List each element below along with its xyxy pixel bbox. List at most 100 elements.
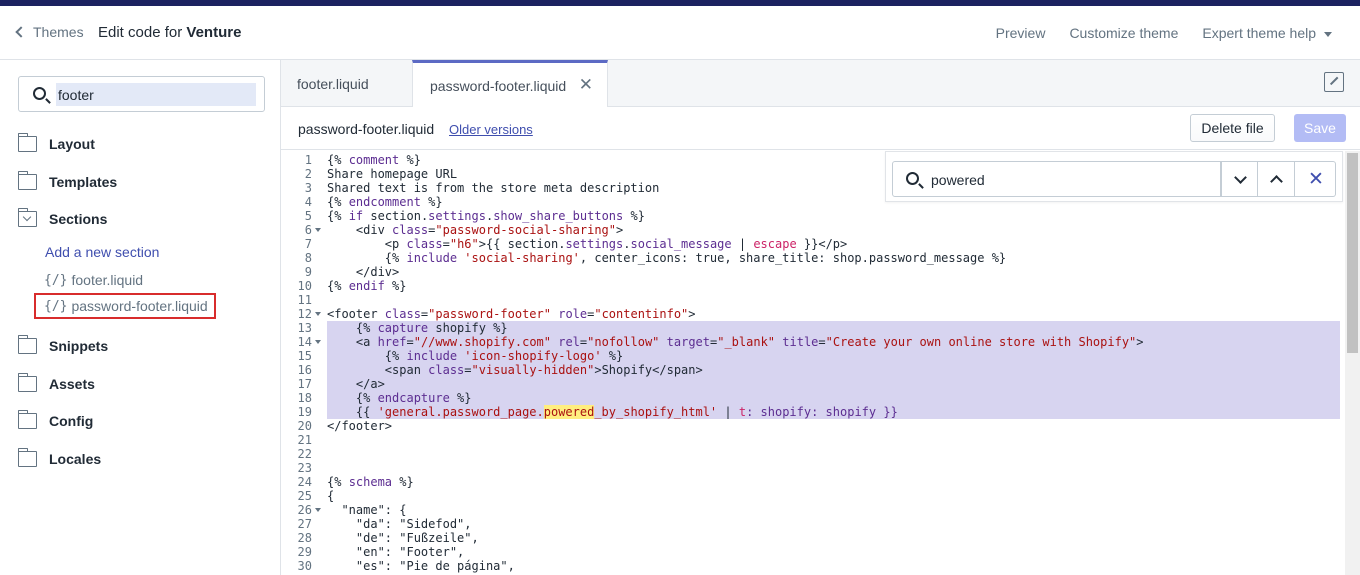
line-number: 17 (297, 377, 312, 391)
tab-footer-liquid[interactable]: footer.liquid (281, 60, 411, 107)
code-token: }}</p> (796, 237, 848, 251)
code-token: %} (449, 391, 472, 405)
code-line: "da": "Sidefod", (327, 517, 1340, 531)
line-number: 4 (304, 195, 312, 209)
close-tab-icon[interactable]: ✕ (579, 75, 593, 95)
current-file-name: password-footer.liquid (298, 121, 435, 137)
delete-file-button[interactable]: Delete file (1190, 114, 1275, 142)
preview-link[interactable]: Preview (996, 25, 1046, 41)
code-token: rel (558, 335, 580, 349)
code-token: >{{ section. (478, 237, 566, 251)
editor-scrollbar[interactable] (1345, 151, 1360, 575)
editor-tab-bar: footer.liquid password-footer.liquid ✕ (281, 60, 1360, 108)
line-number: 11 (297, 293, 312, 307)
code-line: "en": "Footer", (327, 545, 1340, 559)
folder-assets[interactable]: Assets (17, 373, 95, 392)
folder-icon (17, 133, 37, 152)
code-token: > (616, 223, 624, 237)
code-token: = (406, 335, 414, 349)
code-token: "es": "Pie de página", (327, 559, 515, 573)
title-prefix: Edit code for (98, 24, 187, 41)
code-token: href (377, 335, 407, 349)
code-area[interactable]: {% comment %} Share homepage URL Shared te… (327, 153, 1340, 573)
folder-icon (17, 410, 37, 429)
code-token: class (428, 363, 465, 377)
code-token: | (717, 405, 739, 419)
code-token: "visually-hidden" (471, 363, 595, 377)
folder-snippets[interactable]: Snippets (17, 335, 108, 354)
folder-label: Sections (49, 211, 108, 227)
line-number: 2 (304, 167, 312, 181)
code-token: </a> (327, 377, 385, 391)
code-token: , center_icons: true, share_title: shop.… (579, 251, 1007, 265)
folder-locales[interactable]: Locales (17, 448, 101, 467)
tab-label: footer.liquid (297, 75, 369, 92)
save-button[interactable]: Save (1294, 114, 1346, 142)
folder-config[interactable]: Config (17, 410, 93, 429)
code-token: %} (392, 475, 414, 489)
customize-theme-link[interactable]: Customize theme (1069, 25, 1178, 41)
add-new-section-link[interactable]: Add a new section (45, 244, 159, 260)
code-token: > (688, 307, 696, 321)
find-input[interactable]: powered (892, 161, 1221, 197)
code-token: "name": { (327, 503, 407, 517)
folder-open-icon (17, 208, 37, 227)
folder-icon (17, 373, 37, 392)
code-line: {% endif %} (327, 279, 1340, 293)
code-token: "Create your own online store with Shopi… (825, 335, 1137, 349)
code-token: "_blank" (717, 335, 776, 349)
code-line: {% include 'social-sharing', center_icon… (327, 251, 1340, 265)
code-line: </div> (327, 265, 1340, 279)
liquid-file-icon: {/} (44, 298, 68, 314)
code-line: <a href="//www.shopify.com" rel="nofollo… (327, 335, 1340, 349)
line-number: 24 (297, 475, 312, 489)
file-search-input[interactable] (56, 83, 256, 106)
line-number: 12 (281, 307, 323, 321)
code-token: show_share_buttons (493, 209, 624, 223)
code-token: {% (327, 251, 407, 265)
header-actions: Preview Customize theme Expert theme hel… (996, 25, 1332, 41)
file-label: password-footer.liquid (71, 298, 208, 314)
file-search-box (18, 76, 265, 112)
code-token: {% (327, 349, 407, 363)
scrollbar-thumb[interactable] (1347, 153, 1358, 353)
folder-label: Assets (49, 376, 95, 392)
tab-password-footer-liquid[interactable]: password-footer.liquid ✕ (412, 60, 608, 108)
folder-layout[interactable]: Layout (17, 133, 95, 152)
close-icon: ✕ (1308, 169, 1324, 190)
line-number: 21 (297, 433, 312, 447)
folder-icon (17, 448, 37, 467)
chevron-left-icon (15, 26, 27, 38)
folder-templates[interactable]: Templates (17, 171, 117, 190)
code-token: <a (327, 335, 378, 349)
expert-theme-help-dropdown[interactable]: Expert theme help (1202, 25, 1332, 41)
close-find-button[interactable]: ✕ (1295, 161, 1336, 197)
code-line: {% if section.settings.show_share_button… (327, 209, 1340, 223)
find-next-button[interactable] (1221, 161, 1258, 197)
file-password-footer-liquid[interactable]: {/} password-footer.liquid (34, 293, 216, 319)
code-token: capture (377, 321, 429, 335)
expand-editor-icon[interactable] (1324, 72, 1344, 92)
code-editor[interactable]: 1 2 3 4 5 6 7 8 9 10 11 12 13 14 15 16 17 18 19 20 21 22 23 24 2… (281, 151, 1360, 575)
code-token: "nofollow" (587, 335, 660, 349)
find-previous-button[interactable] (1258, 161, 1295, 197)
folder-icon (17, 171, 37, 190)
line-number: 20 (297, 419, 312, 433)
code-token: <footer (327, 307, 385, 321)
file-footer-liquid[interactable]: {/} footer.liquid (44, 272, 143, 288)
search-icon (906, 172, 919, 185)
folder-sections[interactable]: Sections (17, 208, 108, 227)
line-number: 27 (297, 517, 312, 531)
file-label: footer.liquid (71, 272, 144, 288)
older-versions-link[interactable]: Older versions (449, 122, 533, 137)
theme-name: Venture (186, 24, 242, 41)
back-to-themes-link[interactable]: Themes (14, 24, 84, 40)
search-icon (33, 87, 46, 100)
code-token: include (406, 251, 458, 265)
code-token: social_message (630, 237, 732, 251)
code-token: section. (363, 209, 429, 223)
code-token: > (1136, 335, 1144, 349)
code-token: _by_shopify_html' (594, 405, 718, 419)
